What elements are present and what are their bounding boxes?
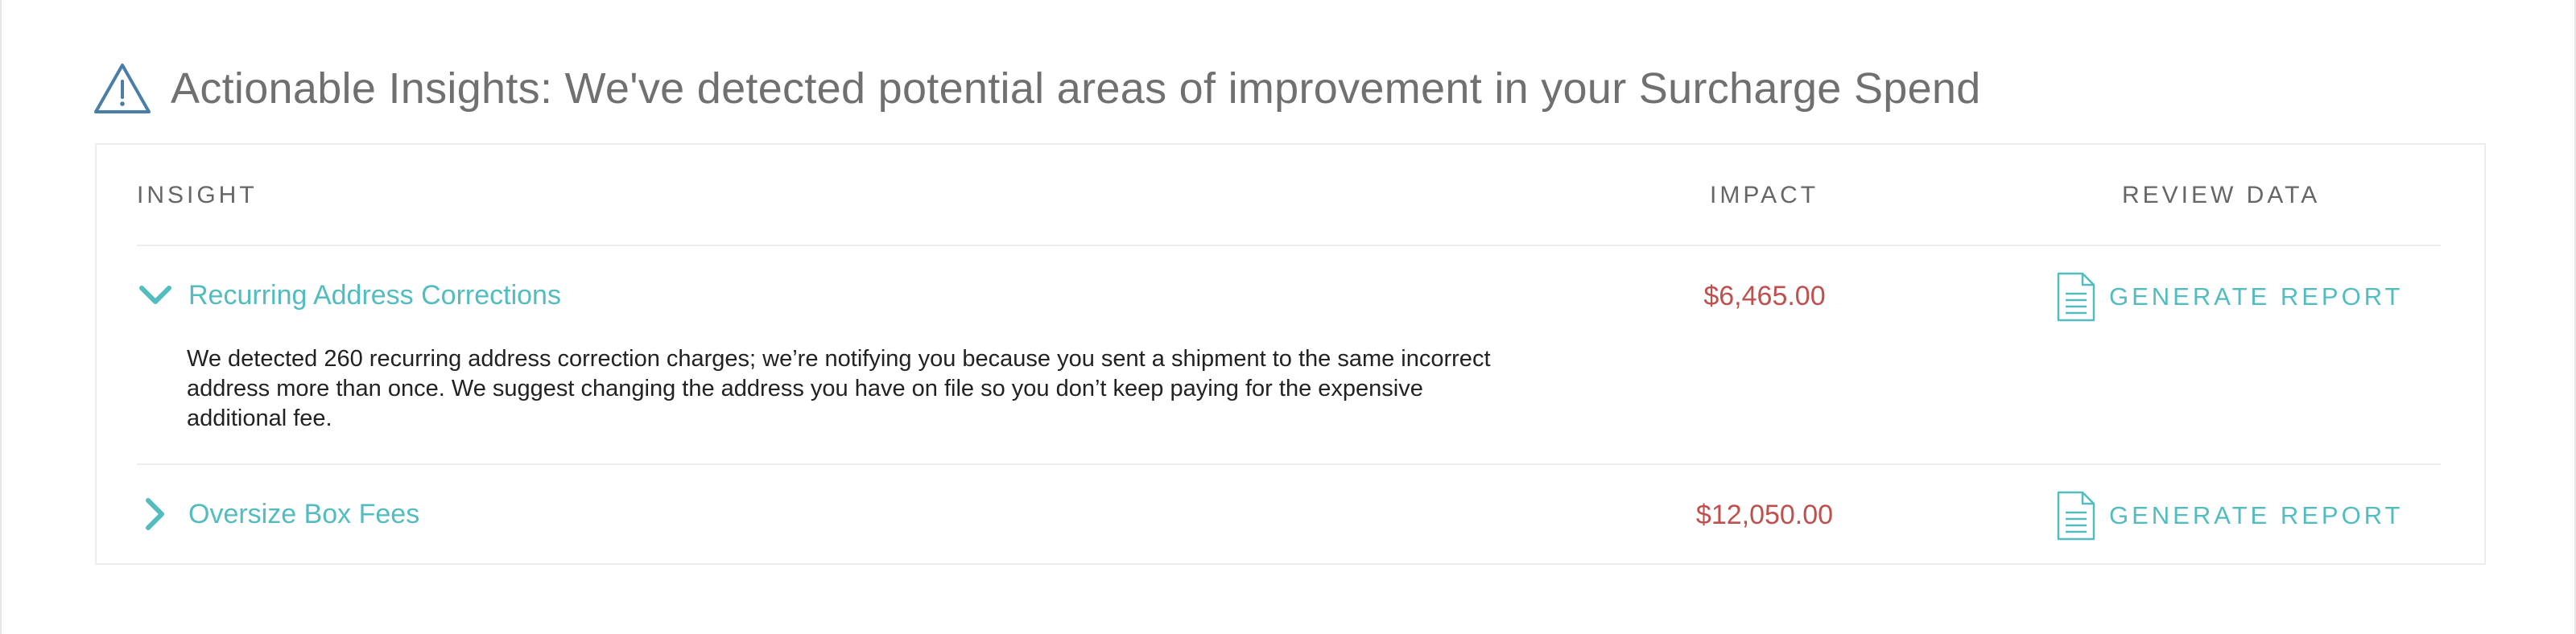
column-header-insight: INSIGHT bbox=[137, 182, 258, 208]
impact-value: $12,050.00 bbox=[1695, 500, 1834, 530]
insight-row-toggle[interactable]: Recurring Address Corrections bbox=[137, 277, 561, 314]
document-icon bbox=[2054, 489, 2098, 542]
chevron-down-icon[interactable] bbox=[137, 277, 174, 314]
page-title: Actionable Insights: We've detected pote… bbox=[171, 64, 1981, 113]
generate-report-label[interactable]: GENERATE REPORT bbox=[2109, 501, 2403, 530]
generate-report-button[interactable]: GENERATE REPORT bbox=[2054, 489, 2403, 542]
insight-row-toggle[interactable]: Oversize Box Fees bbox=[137, 496, 419, 533]
document-icon bbox=[2054, 270, 2098, 323]
warning-triangle-icon bbox=[93, 62, 151, 115]
header-divider bbox=[137, 245, 2441, 246]
insight-title[interactable]: Recurring Address Corrections bbox=[188, 280, 561, 311]
insights-heading: Actionable Insights: We've detected pote… bbox=[93, 56, 1981, 121]
row-divider bbox=[137, 463, 2441, 465]
column-header-review-data: REVIEW DATA bbox=[2122, 182, 2321, 208]
chevron-right-icon[interactable] bbox=[137, 496, 174, 533]
generate-report-label[interactable]: GENERATE REPORT bbox=[2109, 282, 2403, 311]
column-header-impact: IMPACT bbox=[1710, 182, 1819, 208]
insight-title[interactable]: Oversize Box Fees bbox=[188, 499, 419, 530]
impact-value: $6,465.00 bbox=[1703, 281, 1826, 311]
page: Actionable Insights: We've detected pote… bbox=[0, 0, 2576, 634]
insight-description: We detected 260 recurring address correc… bbox=[187, 346, 1491, 431]
generate-report-button[interactable]: GENERATE REPORT bbox=[2054, 270, 2403, 323]
